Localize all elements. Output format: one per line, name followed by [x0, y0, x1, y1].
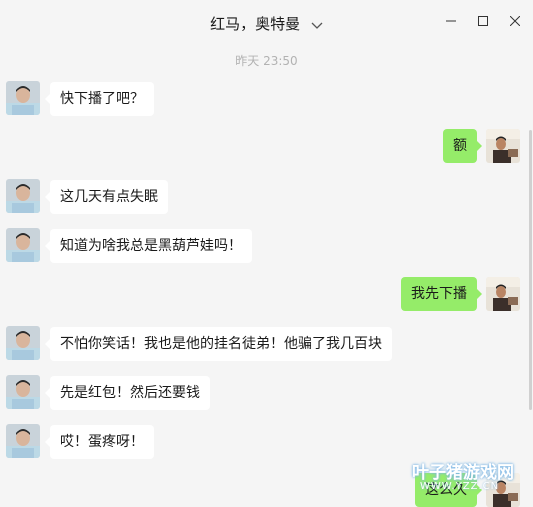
message-bubble[interactable]: 先是红包！然后还要钱 [45, 376, 210, 410]
chat-title-text: 红马，奥特曼 [210, 15, 301, 33]
message-bubble[interactable]: 不怕你笑话！我也是他的挂名徒弟！他骗了我几百块 [45, 327, 392, 361]
message-bubble[interactable]: 哎！蛋疼呀！ [45, 425, 154, 459]
contact-avatar[interactable] [6, 326, 40, 360]
contact-avatar[interactable] [6, 81, 40, 115]
watermark-text: 叶子猪游戏网 [412, 463, 514, 483]
message-bubble[interactable]: 额 [443, 129, 482, 163]
my-avatar[interactable] [486, 277, 520, 311]
watermark-url: WWW.YZZ.CN [420, 481, 500, 492]
my-avatar[interactable] [486, 129, 520, 163]
minimize-icon[interactable] [441, 12, 461, 30]
message-bubble[interactable]: 快下播了吧？ [45, 82, 154, 116]
contact-avatar[interactable] [6, 375, 40, 409]
scrollbar[interactable] [529, 130, 532, 410]
close-icon[interactable] [505, 12, 525, 30]
contact-avatar[interactable] [6, 179, 40, 213]
title-bar: 红马，奥特曼 [0, 0, 533, 44]
message-bubble[interactable]: 知道为啥我总是黑葫芦娃吗！ [45, 229, 252, 263]
contact-avatar[interactable] [6, 424, 40, 458]
watermark: 叶子猪游戏网 WWW.YZZ.CN [412, 458, 522, 498]
message-bubble[interactable]: 这几天有点失眠 [45, 180, 168, 214]
contact-avatar[interactable] [6, 228, 40, 262]
chevron-down-icon[interactable] [311, 16, 323, 34]
message-bubble[interactable]: 我先下播 [401, 277, 482, 311]
maximize-icon[interactable] [473, 12, 493, 30]
message-timestamp: 昨天 23:50 [235, 54, 298, 68]
